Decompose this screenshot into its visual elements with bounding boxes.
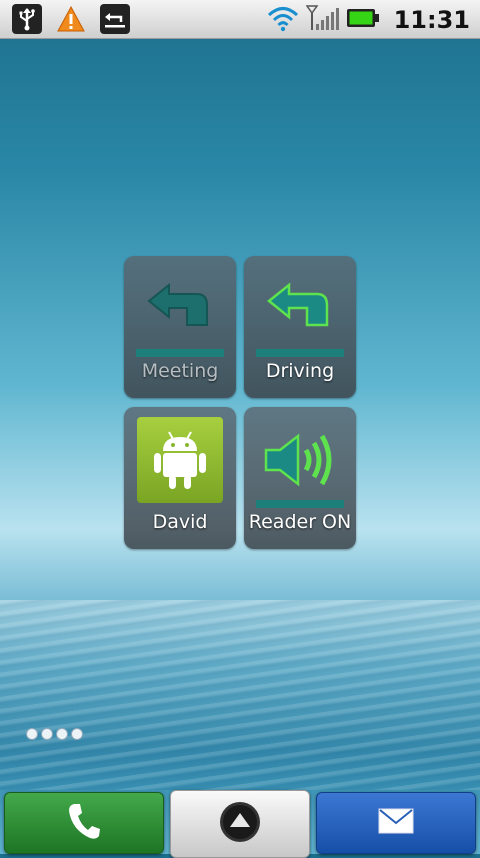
contact-david-tile[interactable]: David	[124, 407, 236, 549]
home-page-indicator[interactable]	[26, 728, 83, 740]
mail-icon	[378, 807, 414, 839]
driving-reply-arrow-icon	[244, 266, 356, 352]
driving-profile-tile[interactable]: Driving	[244, 256, 356, 398]
battery-icon	[346, 7, 380, 33]
page-dot	[71, 728, 83, 740]
driving-indicator-bar	[256, 349, 344, 357]
android-contact-icon	[137, 417, 223, 503]
status-bar: 11:31	[0, 0, 480, 39]
meeting-reply-arrow-icon	[124, 266, 236, 352]
speaker-icon	[244, 417, 356, 503]
mail-button[interactable]	[316, 792, 476, 854]
contact-photo	[124, 417, 236, 503]
reader-toggle-tile[interactable]: Reader ON	[244, 407, 356, 549]
dock	[0, 788, 480, 858]
page-dot	[26, 728, 38, 740]
signal-icon	[305, 4, 340, 36]
wifi-icon	[266, 4, 300, 36]
meeting-profile-tile[interactable]: Meeting	[124, 256, 236, 398]
launcher-button[interactable]	[170, 790, 310, 858]
reader-label: Reader ON	[248, 511, 352, 533]
reader-indicator-bar	[256, 500, 344, 508]
contact-name-label: David	[152, 511, 208, 533]
driving-label: Driving	[265, 360, 335, 382]
usb-icon	[12, 4, 42, 34]
status-clock: 11:31	[393, 6, 470, 34]
wallpaper-waves	[0, 600, 480, 790]
page-dot	[56, 728, 68, 740]
phone-button[interactable]	[4, 792, 164, 854]
meeting-label: Meeting	[141, 360, 219, 382]
update-icon	[100, 4, 130, 34]
page-dot	[41, 728, 53, 740]
launcher-up-icon	[218, 800, 262, 848]
meeting-indicator-bar	[136, 349, 224, 357]
profile-widget-grid: Meeting Driving David Reader ON	[124, 256, 356, 549]
warning-icon	[56, 4, 86, 34]
phone-icon	[66, 801, 102, 845]
